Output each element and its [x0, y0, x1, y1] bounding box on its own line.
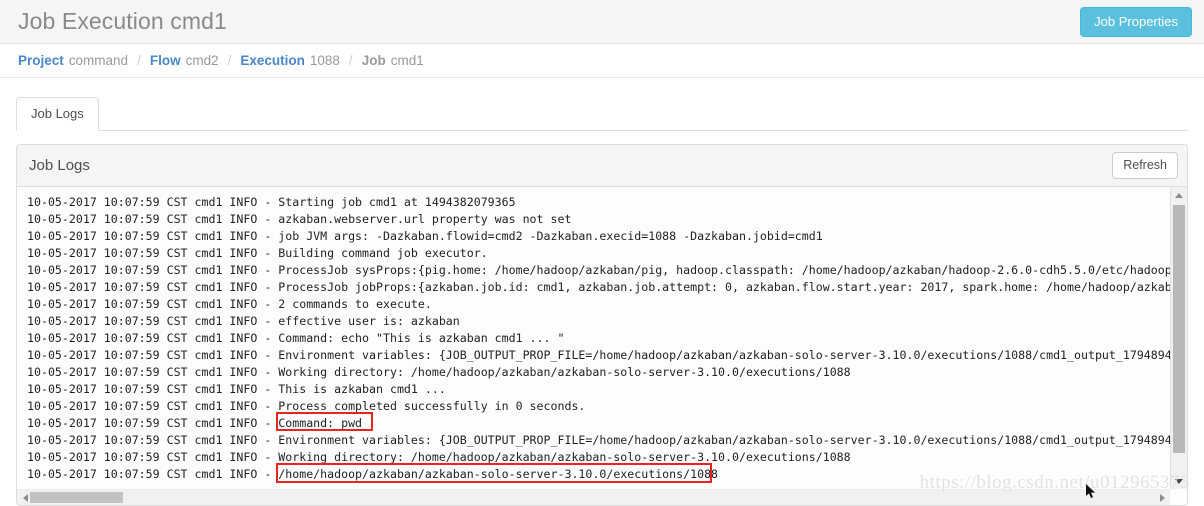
log-line: 10-05-2017 10:07:59 CST cmd1 INFO - Work… — [27, 449, 1170, 466]
log-line: 10-05-2017 10:07:59 CST cmd1 INFO - This… — [27, 381, 1170, 398]
page-header: Job Execution cmd1 Job Properties — [0, 0, 1204, 44]
log-line: 10-05-2017 10:07:59 CST cmd1 INFO - job … — [27, 228, 1170, 245]
breadcrumb-item-execution[interactable]: Execution — [240, 53, 305, 68]
log-line: 10-05-2017 10:07:59 CST cmd1 INFO - Star… — [27, 194, 1170, 211]
log-line: 10-05-2017 10:07:59 CST cmd1 INFO - Proc… — [27, 262, 1170, 279]
breadcrumb-value-job: cmd1 — [391, 53, 424, 68]
scroll-up-arrow-icon[interactable] — [1171, 187, 1187, 203]
log-line: 10-05-2017 10:07:59 CST cmd1 INFO - effe… — [27, 313, 1170, 330]
vertical-scroll-thumb[interactable] — [1173, 205, 1185, 453]
breadcrumb-value-execution: 1088 — [310, 53, 340, 68]
watermark: https://blog.csdn.net/u012965373 — [920, 472, 1190, 494]
breadcrumb-separator: / — [137, 53, 141, 68]
job-logs-panel: Job Logs Refresh 10-05-2017 10:07:59 CST… — [16, 144, 1188, 506]
refresh-button[interactable]: Refresh — [1112, 152, 1178, 179]
log-line: 10-05-2017 10:07:59 CST cmd1 INFO - Proc… — [27, 279, 1170, 296]
log-line: 10-05-2017 10:07:59 CST cmd1 INFO - Envi… — [27, 432, 1170, 449]
breadcrumb: Project command / Flow cmd2 / Execution … — [0, 44, 1204, 78]
tab-list: Job Logs — [16, 96, 1188, 131]
job-properties-button[interactable]: Job Properties — [1080, 7, 1192, 37]
breadcrumb-item-project[interactable]: Project — [18, 53, 64, 68]
log-line: 10-05-2017 10:07:59 CST cmd1 INFO - 2 co… — [27, 296, 1170, 313]
log-line: 10-05-2017 10:07:59 CST cmd1 INFO - Buil… — [27, 245, 1170, 262]
tab-job-logs[interactable]: Job Logs — [16, 97, 99, 131]
log-line: 10-05-2017 10:07:59 CST cmd1 INFO - Proc… — [27, 398, 1170, 415]
log-line: 10-05-2017 10:07:59 CST cmd1 INFO - Comm… — [27, 415, 1170, 432]
breadcrumb-item-job: Job — [362, 53, 386, 68]
page-title: Job Execution cmd1 — [18, 8, 227, 35]
panel-heading: Job Logs Refresh — [17, 145, 1187, 187]
log-area: 10-05-2017 10:07:59 CST cmd1 INFO - Star… — [17, 187, 1187, 505]
log-text: 10-05-2017 10:07:59 CST cmd1 INFO - Star… — [17, 187, 1170, 483]
panel-title: Job Logs — [29, 157, 90, 174]
breadcrumb-item-flow[interactable]: Flow — [150, 53, 181, 68]
tabs-container: Job Logs — [0, 78, 1204, 131]
log-vertical-scrollbar[interactable] — [1170, 187, 1187, 489]
breadcrumb-value-project: command — [69, 53, 128, 68]
log-line: 10-05-2017 10:07:59 CST cmd1 INFO - Comm… — [27, 330, 1170, 347]
breadcrumb-separator: / — [228, 53, 232, 68]
breadcrumb-value-flow: cmd2 — [186, 53, 219, 68]
breadcrumb-separator: / — [349, 53, 353, 68]
log-line: 10-05-2017 10:07:59 CST cmd1 INFO - Envi… — [27, 347, 1170, 364]
log-line: 10-05-2017 10:07:59 CST cmd1 INFO - azka… — [27, 211, 1170, 228]
log-viewport[interactable]: 10-05-2017 10:07:59 CST cmd1 INFO - Star… — [17, 187, 1170, 489]
log-line: 10-05-2017 10:07:59 CST cmd1 INFO - Work… — [27, 364, 1170, 381]
horizontal-scroll-thumb[interactable] — [30, 492, 123, 503]
